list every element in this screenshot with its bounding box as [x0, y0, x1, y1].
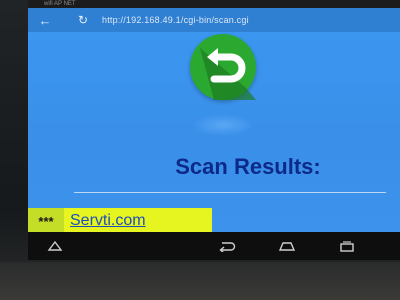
return-arrow-icon	[200, 48, 256, 100]
page-content: Scan Results: *** Servti.com	[28, 32, 400, 234]
return-logo[interactable]	[190, 34, 256, 100]
collapse-icon[interactable]	[44, 238, 66, 254]
divider	[74, 192, 386, 193]
page-title: Scan Results:	[175, 154, 321, 179]
refresh-icon[interactable]: ↻	[72, 13, 94, 27]
logo-reflection	[192, 114, 254, 136]
status-text: wifi AP NET	[44, 1, 76, 7]
back-arrow-icon[interactable]: ←	[34, 13, 56, 28]
back-icon[interactable]	[216, 238, 238, 254]
browser-toolbar: ← ↻ http://192.168.49.1/cgi-bin/scan.cgi	[28, 8, 400, 32]
device-screen: wifi AP NET ← ↻ http://192.168.49.1/cgi-…	[28, 0, 400, 260]
home-icon[interactable]	[276, 238, 298, 254]
device-lower-frame	[0, 262, 400, 300]
android-nav-bar	[28, 232, 400, 260]
result-marker: ***	[28, 208, 64, 234]
result-link[interactable]: Servti.com	[70, 212, 146, 230]
url-field[interactable]: http://192.168.49.1/cgi-bin/scan.cgi	[102, 15, 249, 25]
result-row[interactable]: *** Servti.com	[28, 208, 212, 234]
recent-apps-icon[interactable]	[336, 238, 358, 254]
status-bar: wifi AP NET	[28, 0, 400, 8]
